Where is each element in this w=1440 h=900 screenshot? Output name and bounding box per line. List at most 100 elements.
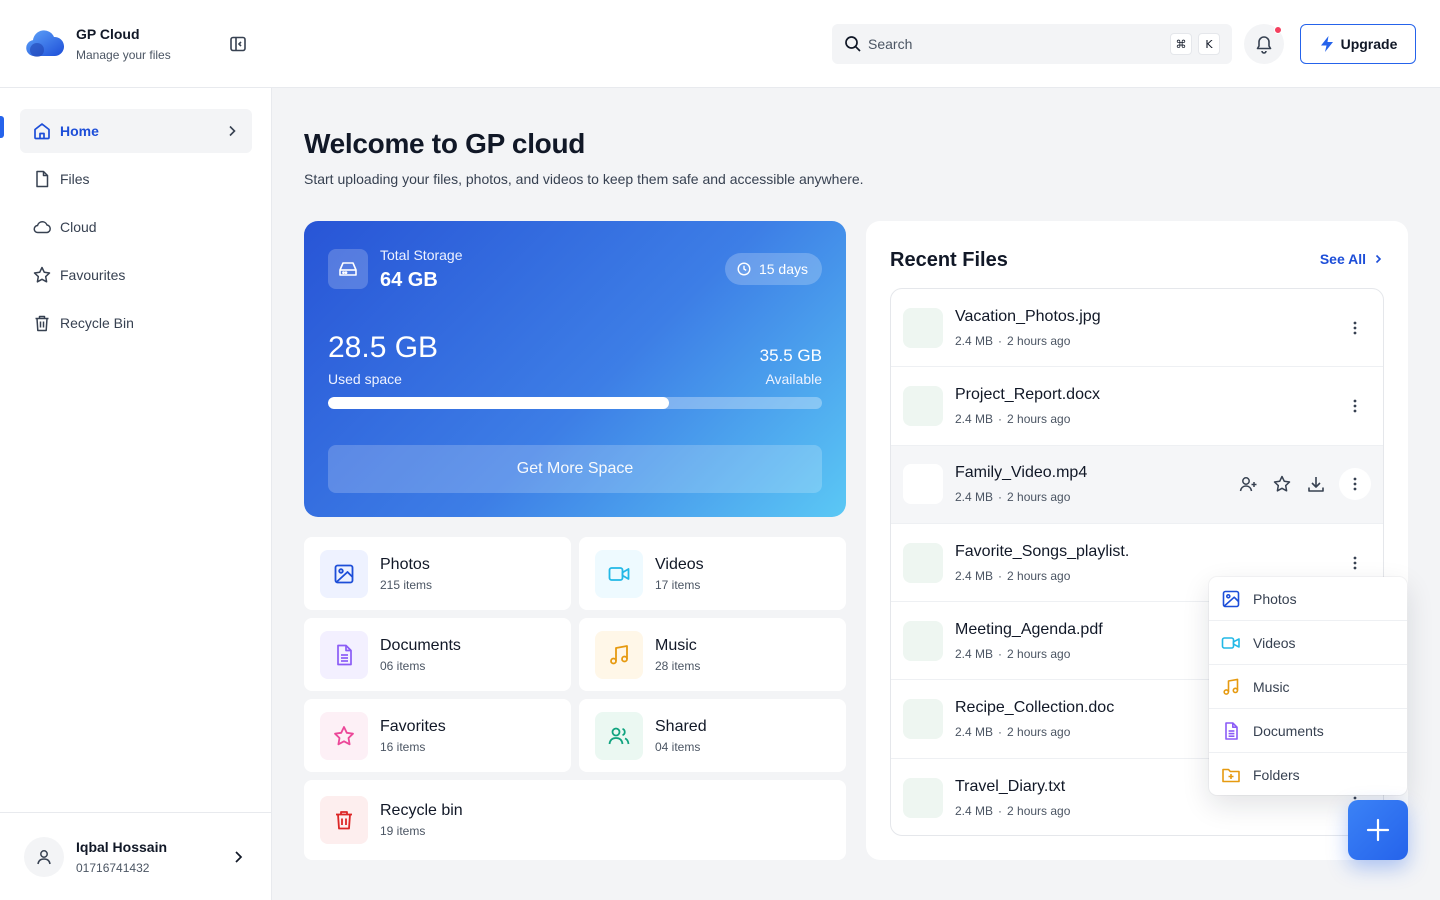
sidebar-item-files[interactable]: Files [20, 157, 252, 201]
file-size: 2.4 MB [955, 725, 994, 740]
category-favorites[interactable]: Favorites 16 items [304, 699, 571, 772]
see-all-link[interactable]: See All [1320, 251, 1384, 267]
favorite-button[interactable] [1271, 473, 1293, 495]
brand[interactable]: GP Cloud Manage your files [24, 24, 171, 64]
chevron-right-icon [1372, 253, 1384, 265]
bell-icon [1254, 34, 1274, 54]
category-recycle-bin[interactable]: Recycle bin 19 items [304, 780, 846, 860]
notifications-button[interactable] [1244, 24, 1284, 64]
storage-progress-fill [328, 397, 669, 409]
app-tagline: Manage your files [76, 48, 171, 62]
sidebar-item-favourites[interactable]: Favourites [20, 253, 252, 297]
more-options-button[interactable] [1339, 468, 1371, 501]
file-row[interactable]: Vacation_Photos.jpg 2.4 MB · 2 hours ago [891, 289, 1383, 368]
file-size: 2.4 MB [955, 411, 994, 426]
sidebar-item-label: Favourites [60, 267, 126, 283]
menu-item-documents[interactable]: Documents [1209, 709, 1407, 753]
more-vertical-icon [1347, 555, 1363, 571]
days-badge: 15 days [724, 253, 822, 285]
collapse-sidebar-button[interactable] [226, 32, 250, 56]
category-count: 28 items [655, 658, 701, 673]
file-thumbnail [903, 620, 943, 661]
document-icon [1221, 721, 1241, 741]
category-count: 04 items [655, 739, 701, 754]
category-name: Videos [655, 555, 704, 573]
plus-icon [1365, 817, 1391, 843]
menu-item-folders[interactable]: Folders [1209, 753, 1407, 795]
user-profile[interactable]: Iqbal Hossain 01716741432 [0, 812, 271, 900]
share-user-button[interactable] [1237, 473, 1259, 495]
music-icon [1221, 677, 1241, 697]
category-count: 06 items [380, 658, 426, 673]
sidebar-item-cloud[interactable]: Cloud [20, 205, 252, 249]
category-documents[interactable]: Documents 06 items [304, 618, 571, 691]
menu-item-music[interactable]: Music [1209, 665, 1407, 709]
user-icon [35, 848, 53, 866]
sidebar-item-home[interactable]: Home [20, 109, 252, 153]
more-vertical-icon [1347, 476, 1363, 492]
file-meta: 2.4 MB · 2 hours ago [955, 412, 1339, 426]
user-name: Iqbal Hossain [76, 838, 168, 855]
category-name: Photos [380, 555, 430, 573]
file-name: Family_Video.mp4 [955, 464, 1088, 482]
hard-drive-icon [328, 249, 368, 289]
page-title: Welcome to GP cloud [304, 128, 586, 159]
sidebar: Home Files Cloud Favourites Recycle Bin … [0, 88, 272, 900]
upload-menu: Photos Videos Music Documents Folders [1209, 577, 1407, 795]
file-name: Favorite_Songs_playlist. [955, 542, 1130, 560]
add-new-button[interactable] [1348, 800, 1408, 860]
storage-card: Total Storage 64 GB 15 days 28.5 GB Used… [304, 221, 846, 517]
meta-separator: · [998, 646, 1003, 661]
file-time: 2 hours ago [1007, 803, 1071, 818]
folder-plus-icon [1221, 765, 1241, 785]
sidebar-nav: Home Files Cloud Favourites Recycle Bin [20, 109, 252, 349]
file-thumbnail [903, 385, 943, 426]
menu-item-photos[interactable]: Photos [1209, 577, 1407, 621]
active-nav-indicator [0, 116, 4, 138]
file-time: 2 hours ago [1007, 333, 1071, 348]
more-options-button[interactable] [1339, 547, 1371, 579]
lightning-icon [1319, 35, 1335, 53]
clock-icon [737, 262, 751, 276]
search-bar[interactable]: ⌘ K [832, 24, 1232, 64]
star-icon [320, 711, 368, 760]
star-icon [32, 265, 52, 285]
recent-files-title: Recent Files [890, 249, 1008, 271]
sidebar-item-recycle-bin[interactable]: Recycle Bin [20, 301, 252, 345]
file-time: 2 hours ago [1007, 568, 1071, 583]
search-input[interactable] [868, 36, 1164, 52]
sidebar-item-label: Cloud [60, 219, 97, 235]
top-bar: GP Cloud Manage your files ⌘ K Upgrade [0, 0, 1440, 88]
meta-separator: · [998, 568, 1003, 583]
get-more-space-button[interactable]: Get More Space [328, 445, 822, 493]
category-videos[interactable]: Videos 17 items [579, 537, 846, 610]
upgrade-button[interactable]: Upgrade [1300, 24, 1416, 64]
video-icon [1221, 633, 1241, 653]
file-row[interactable]: Family_Video.mp4 2.4 MB · 2 hours ago [891, 445, 1383, 524]
sidebar-toggle-icon [229, 35, 247, 53]
category-shared[interactable]: Shared 04 items [579, 699, 846, 772]
category-music[interactable]: Music 28 items [579, 618, 846, 691]
file-name: Vacation_Photos.jpg [955, 307, 1101, 325]
chevron-right-icon [224, 123, 240, 139]
file-meta: 2.4 MB · 2 hours ago [955, 334, 1339, 348]
more-vertical-icon [1347, 320, 1363, 336]
music-icon [595, 630, 643, 679]
file-row[interactable]: Project_Report.docx 2.4 MB · 2 hours ago [891, 367, 1383, 446]
days-text: 15 days [758, 261, 808, 277]
notification-dot [1274, 26, 1282, 34]
file-size: 2.4 MB [955, 490, 994, 505]
see-all-label: See All [1319, 251, 1366, 267]
file-thumbnail [903, 464, 943, 505]
meta-separator: · [998, 803, 1003, 818]
download-button[interactable] [1305, 473, 1327, 495]
category-photos[interactable]: Photos 215 items [304, 537, 571, 610]
category-name: Favorites [380, 717, 446, 735]
menu-item-videos[interactable]: Videos [1209, 621, 1407, 665]
more-options-button[interactable] [1339, 312, 1371, 344]
menu-item-label: Music [1253, 678, 1290, 695]
more-options-button[interactable] [1339, 390, 1371, 422]
more-vertical-icon [1347, 398, 1363, 414]
category-name: Recycle bin [380, 802, 463, 819]
file-size: 2.4 MB [955, 803, 994, 818]
